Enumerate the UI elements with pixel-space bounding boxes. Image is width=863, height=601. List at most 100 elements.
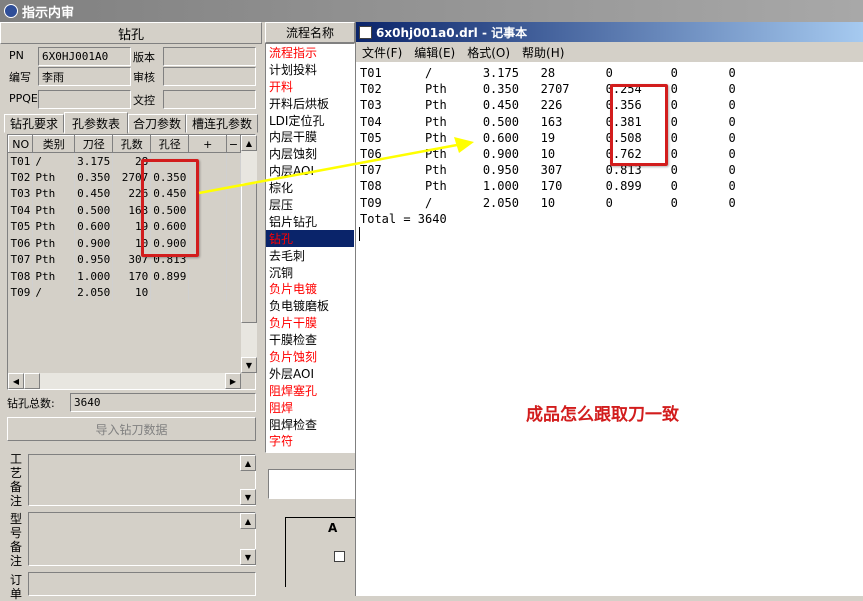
flow-item[interactable]: 阻焊检查	[266, 416, 354, 433]
flow-item[interactable]: 负片干膜	[266, 314, 354, 331]
table-cell[interactable]	[226, 185, 241, 202]
tab-hole-params[interactable]: 孔参数表	[64, 112, 128, 134]
menu-edit[interactable]: 编辑(E)	[414, 44, 455, 61]
table-cell[interactable]: 0.600	[74, 218, 114, 235]
model-note-textarea[interactable]: ▲ ▼	[28, 512, 256, 566]
menu-format[interactable]: 格式(O)	[467, 44, 510, 61]
table-cell[interactable]	[188, 284, 228, 301]
doc-control-field[interactable]	[163, 90, 256, 109]
table-row[interactable]: T03 Pth 0.450 226 0.450	[8, 185, 241, 202]
flow-item[interactable]: 钻孔	[266, 229, 354, 247]
table-cell[interactable]	[226, 202, 241, 219]
table-cell[interactable]: T02	[8, 169, 34, 186]
table-row[interactable]: T02 Pth 0.350 2707 0.350	[8, 169, 241, 186]
table-cell[interactable]	[226, 152, 241, 169]
table-cell[interactable]: 0.900	[74, 235, 114, 252]
version-field[interactable]	[163, 47, 256, 66]
import-drill-data-button[interactable]: 导入钻刀数据	[7, 417, 256, 441]
flow-item[interactable]: 字符	[266, 432, 354, 449]
table-row[interactable]: T07 Pth 0.950 307 0.813	[8, 251, 241, 268]
flow-item[interactable]: 流程指示	[266, 44, 354, 61]
flow-item[interactable]: 负片蚀刻	[266, 348, 354, 365]
process-note-textarea[interactable]: ▲ ▼	[28, 454, 256, 506]
table-cell[interactable]: T08	[8, 268, 34, 285]
table-row[interactable]: T09/2.050 10	[8, 284, 241, 301]
table-cell[interactable]: Pth	[32, 218, 76, 235]
table-cell[interactable]: 1.000	[74, 268, 114, 285]
table-cell[interactable]: 3.175	[74, 152, 114, 169]
table-cell[interactable]	[226, 284, 241, 301]
order-textarea[interactable]	[28, 572, 256, 596]
table-row[interactable]: T01/3.175 28	[8, 152, 241, 169]
col-no[interactable]: NO	[7, 135, 34, 153]
table-cell[interactable]	[150, 284, 190, 301]
tab-combine-params[interactable]: 合刀参数	[128, 114, 186, 133]
table-cell[interactable]: /	[32, 284, 76, 301]
tab-slot-params[interactable]: 槽连孔参数	[186, 114, 258, 133]
table-cell[interactable]: T06	[8, 235, 34, 252]
table-cell[interactable]: T05	[8, 218, 34, 235]
scroll-up-icon[interactable]: ▲	[241, 135, 257, 151]
col-plus[interactable]: +	[188, 135, 228, 153]
col-tool-dia[interactable]: 刀径	[74, 135, 114, 153]
flow-item[interactable]: 阻焊	[266, 399, 354, 416]
flow-input[interactable]	[268, 469, 355, 499]
table-row[interactable]: T04 Pth 0.500 163 0.500	[8, 202, 241, 219]
table-cell[interactable]	[226, 251, 241, 268]
table-vertical-scrollbar[interactable]: ▲ ▼	[241, 135, 257, 373]
col-hole-dia[interactable]: 孔径	[150, 135, 190, 153]
flow-item[interactable]: 内层干膜	[266, 128, 354, 145]
table-cell[interactable]: Pth	[32, 185, 76, 202]
table-cell[interactable]: 0.500	[74, 202, 114, 219]
table-cell[interactable]	[226, 169, 241, 186]
table-cell[interactable]: Pth	[32, 202, 76, 219]
menu-file[interactable]: 文件(F)	[362, 44, 402, 61]
preview-checkbox[interactable]	[334, 551, 345, 562]
flow-item[interactable]: 开料	[266, 78, 354, 95]
menu-help[interactable]: 帮助(H)	[522, 44, 564, 61]
scroll-right-icon[interactable]: ▶	[225, 373, 241, 389]
scroll-down-icon[interactable]: ▼	[241, 357, 257, 373]
col-minus[interactable]: −	[226, 135, 241, 153]
table-cell[interactable]: T01	[8, 152, 34, 169]
flow-item[interactable]: 内层AOI	[266, 162, 354, 179]
table-cell[interactable]	[226, 268, 241, 285]
flow-item[interactable]: 外层AOI	[266, 365, 354, 382]
flow-item[interactable]: LDI定位孔	[266, 112, 354, 129]
table-cell[interactable]: Pth	[32, 169, 76, 186]
flow-item[interactable]: 层压	[266, 196, 354, 213]
flow-item[interactable]: 棕化	[266, 179, 354, 196]
table-cell[interactable]	[188, 268, 228, 285]
col-type[interactable]: 类别	[32, 135, 76, 153]
flow-item[interactable]: 干膜检查	[266, 331, 354, 348]
flow-item[interactable]: 沉铜	[266, 264, 354, 281]
table-cell[interactable]: 0.899	[150, 268, 190, 285]
table-cell[interactable]: 0.950	[74, 251, 114, 268]
ppqe-field[interactable]	[38, 90, 131, 109]
table-cell[interactable]: 0.350	[74, 169, 114, 186]
table-cell[interactable]: /	[32, 152, 76, 169]
table-cell[interactable]: Pth	[32, 251, 76, 268]
flow-item[interactable]: 负片电镀	[266, 280, 354, 297]
table-cell[interactable]: Pth	[32, 235, 76, 252]
scroll-up-icon[interactable]: ▲	[240, 513, 256, 529]
total-field[interactable]: 3640	[70, 393, 256, 412]
flow-item[interactable]: 铝片钻孔	[266, 213, 354, 230]
table-cell[interactable]: T04	[8, 202, 34, 219]
flow-item[interactable]: 内层蚀刻	[266, 145, 354, 162]
table-row[interactable]: T05 Pth 0.600 19 0.600	[8, 218, 241, 235]
table-cell[interactable]	[226, 235, 241, 252]
table-cell[interactable]: 170	[112, 268, 152, 285]
table-row[interactable]: T08 Pth 1.000 170 0.899	[8, 268, 241, 285]
table-cell[interactable]: T03	[8, 185, 34, 202]
flow-item[interactable]: 负电镀磨板	[266, 297, 354, 314]
hscroll-thumb[interactable]	[24, 373, 40, 389]
table-cell[interactable]	[226, 218, 241, 235]
scroll-thumb[interactable]	[241, 183, 257, 323]
scroll-left-icon[interactable]: ◀	[8, 373, 24, 389]
review-field[interactable]	[163, 67, 256, 86]
scroll-up-icon[interactable]: ▲	[240, 455, 256, 471]
flow-item[interactable]: 计划投料	[266, 61, 354, 78]
author-field[interactable]: 李雨	[38, 67, 131, 86]
table-cell[interactable]: Pth	[32, 268, 76, 285]
